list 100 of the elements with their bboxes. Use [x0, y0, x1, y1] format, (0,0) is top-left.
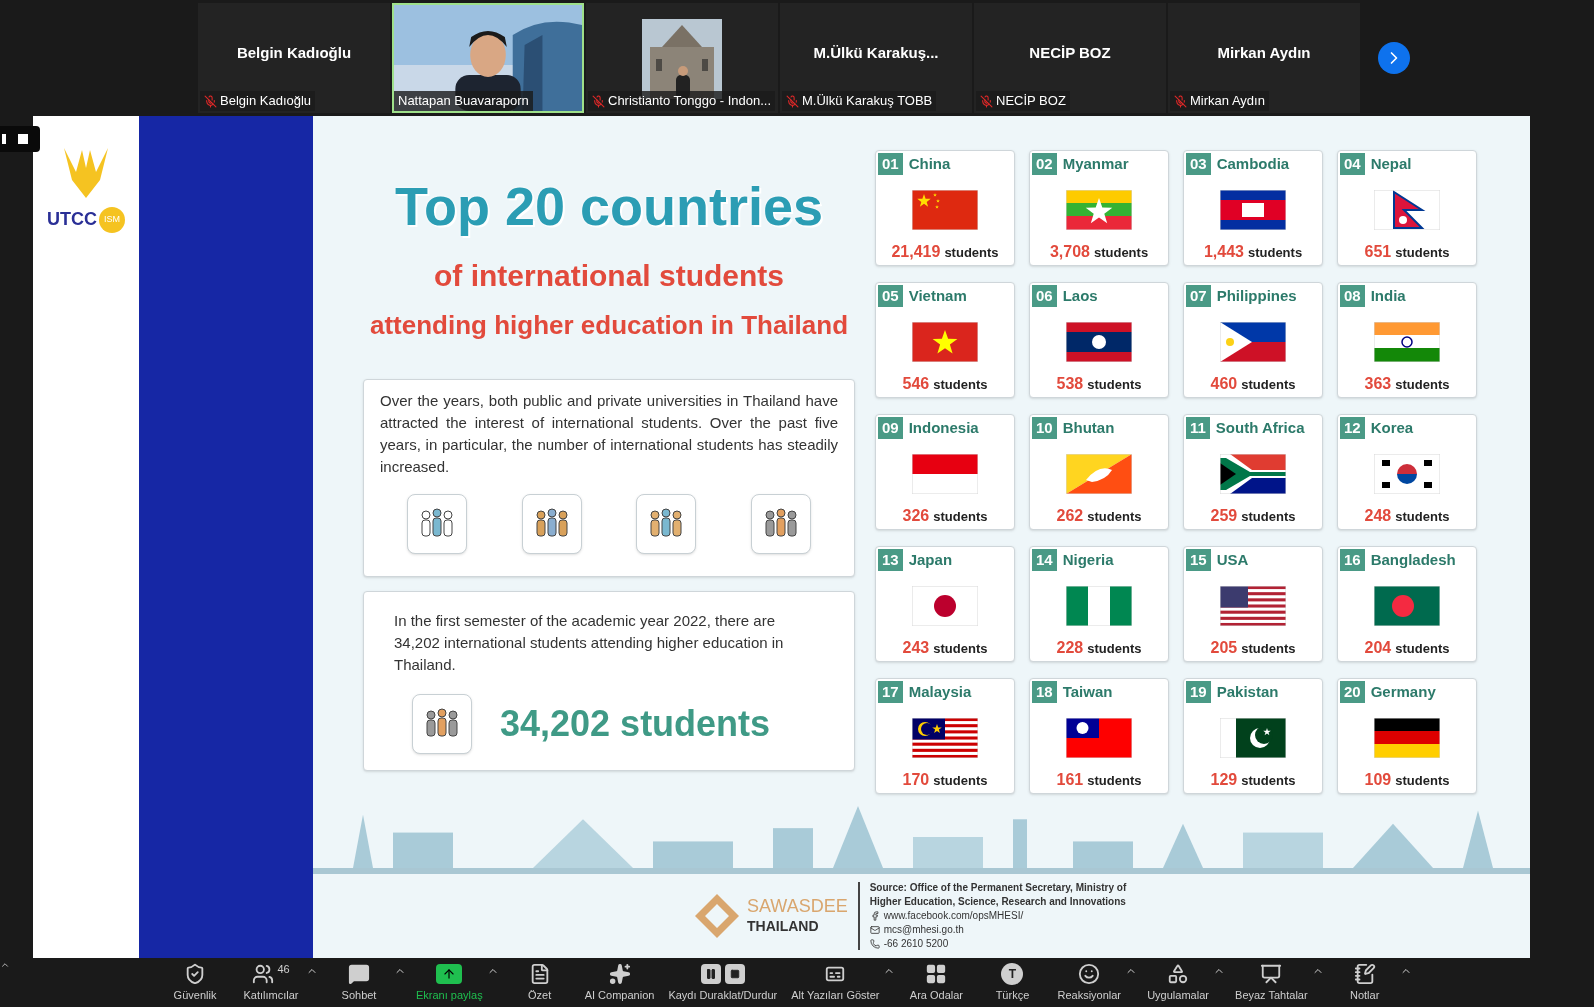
student-count: 170 — [902, 769, 930, 790]
student-count: 243 — [902, 637, 930, 658]
country-name: Malaysia — [908, 682, 972, 702]
rank-number: 19 — [1186, 681, 1211, 704]
flag-icon — [1066, 585, 1132, 626]
participant-tile[interactable]: Christianto Tonggo - Indon... — [586, 3, 778, 113]
email-text: mcs@mhesi.go.th — [883, 923, 964, 937]
country-name: Korea — [1370, 418, 1414, 438]
students-label: students — [944, 243, 999, 262]
rank-number: 02 — [1032, 153, 1057, 176]
country-name: Cambodia — [1216, 154, 1290, 174]
shield-icon — [184, 963, 206, 986]
rank-number: 20 — [1340, 681, 1365, 704]
rank-number: 17 — [878, 681, 903, 704]
country-name: Laos — [1062, 286, 1098, 306]
toolbar-button[interactable]: Sohbet — [324, 961, 394, 1004]
country-name: India — [1370, 286, 1406, 306]
toolbar-button[interactable]: Notlar — [1329, 961, 1400, 1004]
logo-text: UTCC — [47, 208, 97, 231]
caret-icon[interactable] — [0, 960, 10, 970]
country-name: Germany — [1370, 682, 1436, 702]
country-name: Nigeria — [1062, 550, 1114, 570]
toolbar-button[interactable]: AI Companion — [580, 961, 659, 1004]
rank-number: 06 — [1032, 285, 1057, 308]
toolbar-button[interactable]: Kaydı Duraklat/Durdur — [664, 961, 782, 1004]
flag-icon — [1066, 189, 1132, 230]
rank-number: 04 — [1340, 153, 1365, 176]
student-count: 129 — [1210, 769, 1238, 790]
flag-icon — [1066, 321, 1132, 362]
students-label: students — [933, 507, 988, 526]
rank-number: 15 — [1186, 549, 1211, 572]
slide-subtitle: attending higher education in Thailand — [369, 309, 849, 342]
toolbar-button[interactable]: Ekranı paylaş — [412, 961, 487, 1004]
students-label: students — [933, 375, 988, 394]
rank-number: 08 — [1340, 285, 1365, 308]
student-count: 21,419 — [891, 241, 941, 262]
flag-icon — [912, 585, 978, 626]
slide-subtitle: of international students — [434, 258, 784, 294]
students-label: students — [1087, 639, 1142, 658]
rank-number: 01 — [878, 153, 903, 176]
diamond-logo-icon — [693, 892, 741, 940]
flag-icon — [1220, 585, 1286, 626]
country-name: Bangladesh — [1370, 550, 1456, 570]
apps-icon — [1167, 963, 1190, 986]
flag-icon — [1374, 717, 1440, 758]
toolbar-button[interactable]: Uygulamalar — [1143, 961, 1214, 1004]
toolbar-button[interactable]: T Türkçe — [977, 961, 1048, 1004]
language-badge: T — [1001, 963, 1024, 986]
participant-name: Belgin Kadıoğlu — [236, 42, 352, 63]
student-count: 460 — [1210, 373, 1238, 394]
toolbar-button[interactable]: Reaksiyonlar — [1053, 961, 1126, 1004]
student-count: 228 — [1056, 637, 1084, 658]
students-label: students — [1395, 771, 1450, 790]
grid-icon — [925, 963, 948, 986]
student-count: 538 — [1056, 373, 1084, 394]
toolbar-button[interactable]: Özet — [504, 961, 575, 1004]
student-count: 205 — [1210, 637, 1238, 658]
country-name: Taiwan — [1062, 682, 1113, 702]
people-icon — [252, 963, 275, 986]
students-label: students — [1087, 771, 1142, 790]
rank-number: 09 — [878, 417, 903, 440]
participant-tile[interactable]: M.Ülkü Karakuş... M.Ülkü Karakuş TOBB — [780, 3, 972, 113]
students-label: students — [1241, 375, 1296, 394]
recording-indicator[interactable] — [0, 126, 40, 152]
students-label: students — [933, 771, 988, 790]
country-name: Philippines — [1216, 286, 1297, 306]
flag-icon — [1220, 453, 1286, 494]
students-label: students — [1395, 243, 1450, 262]
country-name: Bhutan — [1062, 418, 1115, 438]
toolbar-button[interactable]: Beyaz Tahtalar — [1231, 961, 1312, 1004]
flag-icon — [1220, 717, 1286, 758]
participant-label: NECİP BOZ — [996, 92, 1066, 111]
students-label: students — [1247, 243, 1303, 262]
participant-tile[interactable]: NECİP BOZ NECİP BOZ — [974, 3, 1166, 113]
flag-icon — [912, 321, 978, 362]
mail-icon — [869, 925, 880, 935]
toolbar-button[interactable]: 46 Katılımcılar — [236, 961, 306, 1004]
flag-icon — [912, 189, 978, 230]
country-name: Indonesia — [908, 418, 979, 438]
pause-stop-icon — [700, 964, 745, 985]
country-name: Myanmar — [1062, 154, 1129, 174]
student-count: 204 — [1364, 637, 1392, 658]
students-label: students — [933, 639, 988, 658]
student-count: 161 — [1056, 769, 1084, 790]
toolbar-button[interactable]: Alt Yazıları Göster — [787, 961, 884, 1004]
participant-tile[interactable]: Nattapan Buavaraporn — [392, 3, 584, 113]
next-page-button[interactable] — [1378, 42, 1410, 74]
participant-tile[interactable]: Mirkan Aydın Mirkan Aydın — [1168, 3, 1360, 113]
student-count: 3,708 — [1049, 241, 1090, 262]
student-count: 109 — [1364, 769, 1392, 790]
toolbar-button[interactable]: Güvenlik — [160, 961, 230, 1004]
flag-icon — [1066, 453, 1132, 494]
participant-label: Christianto Tonggo - Indon... — [608, 92, 772, 111]
toolbar-button[interactable]: Ara Odalar — [901, 961, 972, 1004]
brand-name: SAWASDEE — [747, 895, 848, 916]
participant-tile[interactable]: Belgin Kadıoğlu Belgin Kadıoğlu — [198, 3, 390, 113]
students-label: students — [1241, 771, 1296, 790]
whiteboard-icon — [1260, 963, 1283, 986]
participant-name: Mirkan Aydın — [1217, 42, 1311, 63]
flag-icon — [912, 453, 978, 494]
